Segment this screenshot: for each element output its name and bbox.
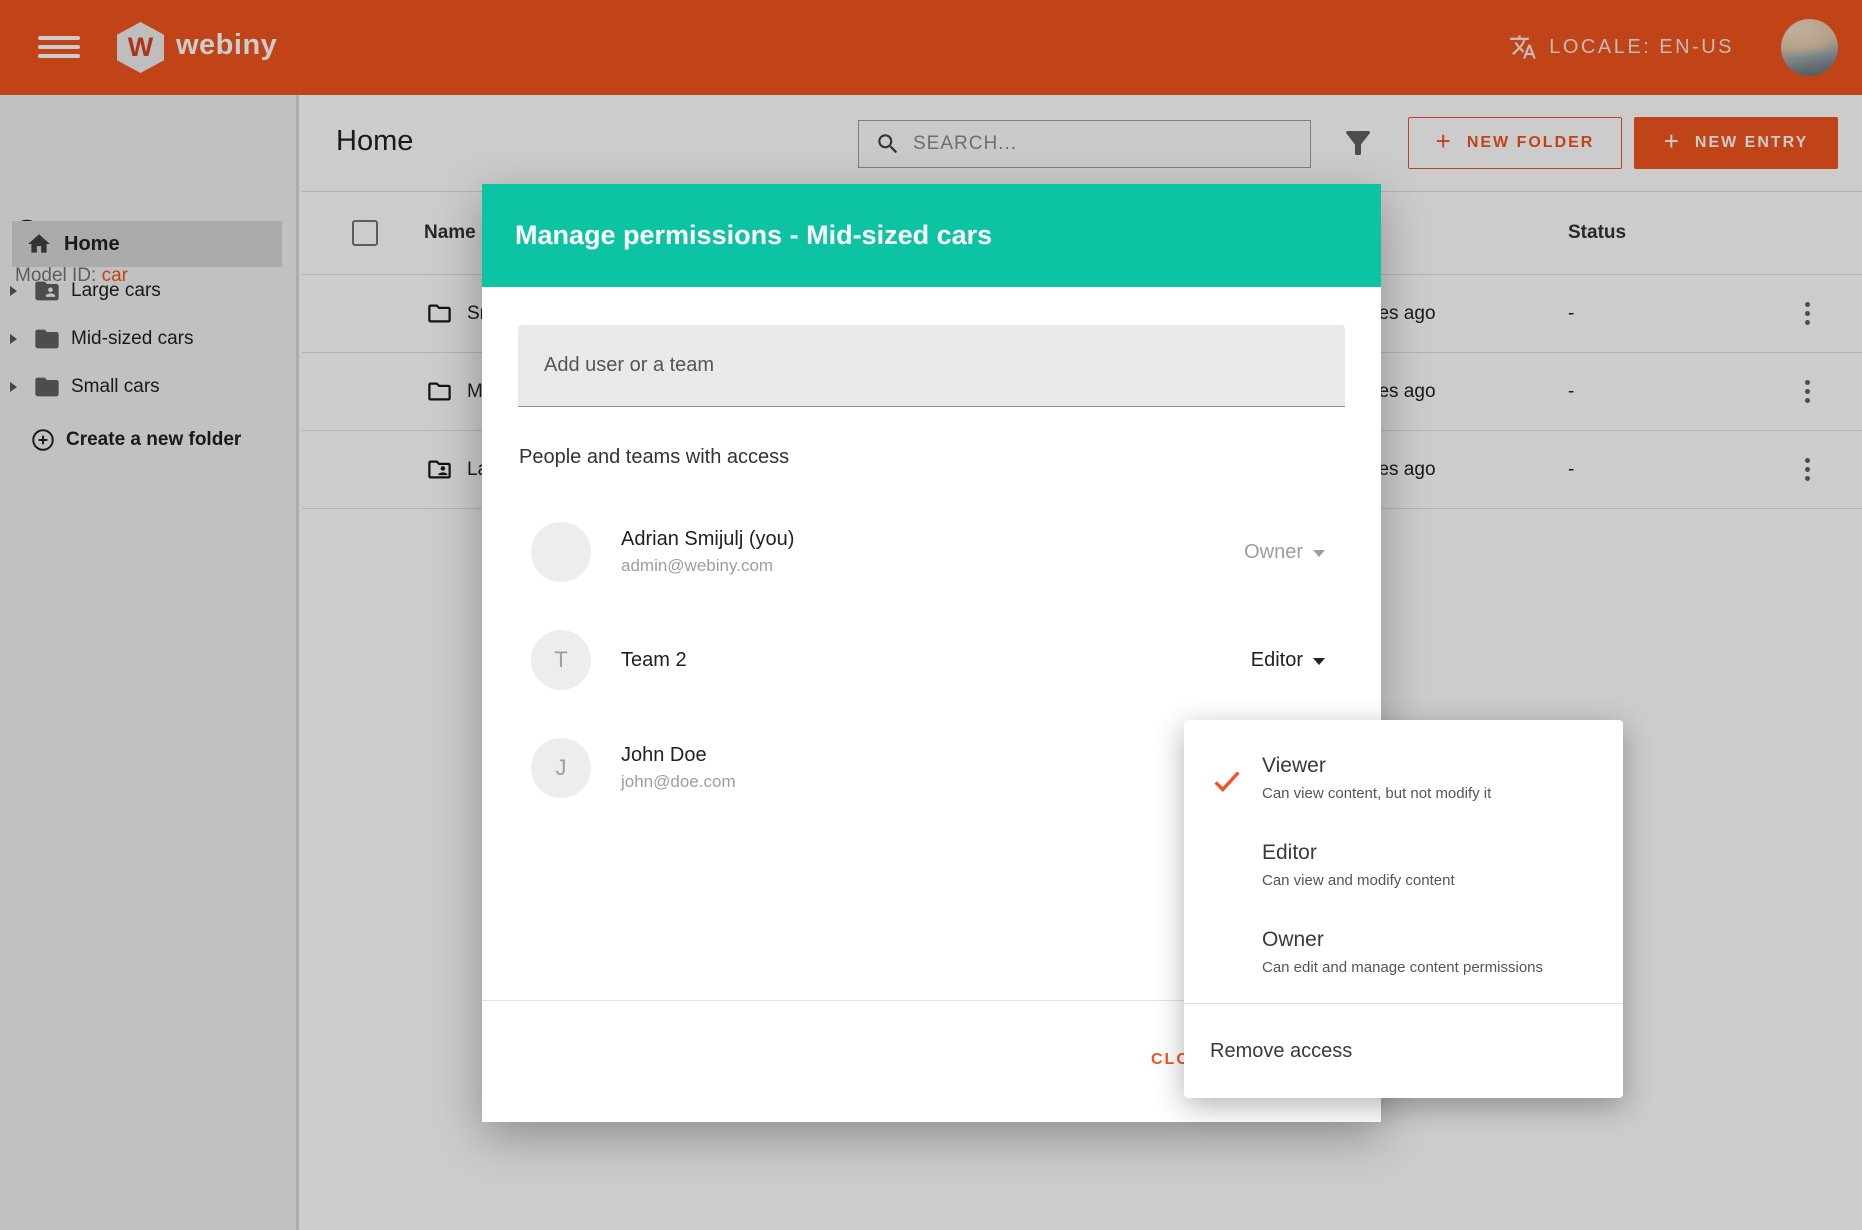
user-avatar bbox=[531, 522, 591, 582]
person-email: john@doe.com bbox=[621, 772, 736, 792]
user-avatar: J bbox=[531, 738, 591, 798]
team-avatar: T bbox=[531, 630, 591, 690]
chevron-down-icon bbox=[1313, 550, 1325, 557]
person-email: admin@webiny.com bbox=[621, 556, 794, 576]
person-name: Adrian Smijulj (you) bbox=[621, 528, 794, 551]
role-select-editor[interactable]: Editor bbox=[1251, 649, 1325, 672]
role-dropdown-menu: Viewer Can view content, but not modify … bbox=[1184, 720, 1623, 1098]
menu-item-remove-access[interactable]: Remove access bbox=[1184, 1004, 1623, 1098]
menu-item-owner[interactable]: Owner Can edit and manage content permis… bbox=[1184, 908, 1623, 995]
access-list-item: T Team 2 Editor bbox=[531, 615, 1345, 705]
access-list-label: People and teams with access bbox=[519, 446, 789, 469]
dialog-header: Manage permissions - Mid-sized cars bbox=[482, 184, 1381, 287]
person-name: Team 2 bbox=[621, 649, 687, 672]
role-select-owner: Owner bbox=[1244, 541, 1325, 564]
menu-item-viewer[interactable]: Viewer Can view content, but not modify … bbox=[1184, 734, 1623, 821]
menu-item-editor[interactable]: Editor Can view and modify content bbox=[1184, 821, 1623, 908]
chevron-down-icon bbox=[1313, 658, 1325, 665]
add-user-or-team-input[interactable] bbox=[518, 325, 1345, 407]
dialog-title: Manage permissions - Mid-sized cars bbox=[515, 220, 992, 251]
access-list-item: Adrian Smijulj (you) admin@webiny.com Ow… bbox=[531, 507, 1345, 597]
person-name: John Doe bbox=[621, 744, 736, 767]
